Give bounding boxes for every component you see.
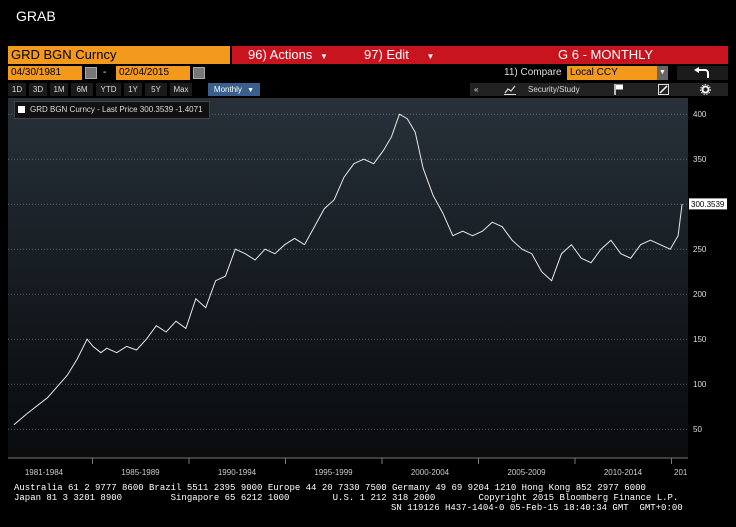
x-tick-label: 1995-1999 [314, 468, 353, 477]
chart-legend[interactable]: GRD BGN Curncy - Last Price 300.3539 -1.… [14, 101, 210, 119]
calendar-icon[interactable] [85, 67, 97, 79]
chart-icon[interactable] [504, 84, 516, 97]
y-tick-label: 350 [693, 155, 707, 164]
x-tick-label: 2005-2009 [507, 468, 546, 477]
legend-checkbox[interactable] [18, 106, 25, 113]
tab-1d[interactable]: 1D [8, 83, 26, 96]
tab-ytd[interactable]: YTD [96, 83, 121, 96]
actions-menu[interactable]: 96) Actions ▼ [248, 46, 328, 64]
footer-contacts-line2: Japan 81 3 3201 8900 Singapore 65 6212 1… [14, 493, 679, 503]
compare-label: 11) Compare [504, 67, 562, 78]
tab-3d[interactable]: 3D [29, 83, 47, 96]
y-tick-label: 150 [693, 335, 707, 344]
dropdown-arrow-icon[interactable]: ▼ [657, 66, 668, 80]
undo-arrow-icon [694, 67, 709, 78]
actions-label: 96) Actions [248, 47, 313, 62]
x-tick-label: 2010-2014 [604, 468, 643, 477]
footer-contacts-line1: Australia 61 2 9777 8600 Brazil 5511 239… [14, 483, 646, 493]
flag-icon[interactable] [614, 84, 624, 97]
x-tick-label: 1990-1994 [218, 468, 257, 477]
y-tick-label: 400 [693, 110, 707, 119]
y-tick-label: 250 [693, 245, 707, 254]
y-tick-label: 100 [693, 380, 707, 389]
tab-1y[interactable]: 1Y [124, 83, 142, 96]
dropdown-arrow-icon: ▼ [426, 52, 435, 61]
gear-icon[interactable] [700, 84, 711, 97]
compare-select[interactable]: Local CCY [567, 66, 659, 80]
plot-area [8, 98, 688, 458]
view-title: G 6 - MONTHLY [558, 47, 654, 62]
calendar-icon[interactable] [193, 67, 205, 79]
tab-1m[interactable]: 1M [50, 83, 68, 96]
y-tick-label: 200 [693, 290, 707, 299]
tab-5y[interactable]: 5Y [145, 83, 167, 96]
date-separator: - [103, 67, 107, 78]
edit-label: 97) Edit [364, 47, 409, 62]
last-price-tag: 300.3539 [689, 198, 727, 210]
x-tick-label: 1985-1989 [121, 468, 160, 477]
edit-menu[interactable]: 97) Edit ▼ [364, 46, 434, 64]
end-date-input[interactable]: 02/04/2015 [116, 66, 190, 80]
price-chart[interactable]: 50100150200250300350400 1981-19841985-19… [8, 98, 730, 484]
x-tick-label: 1981-1984 [25, 468, 64, 477]
x-tick-label: 201 [674, 468, 688, 477]
collapse-button[interactable]: « [474, 83, 478, 96]
dropdown-arrow-icon: ▼ [247, 87, 255, 94]
last-price-label: 300.3539 [691, 200, 725, 209]
legend-text: GRD BGN Curncy - Last Price 300.3539 -1.… [30, 105, 203, 114]
tab-6m[interactable]: 6M [71, 83, 93, 96]
window-title: GRAB [16, 8, 56, 24]
y-tick-label: 50 [693, 425, 702, 434]
start-date-input[interactable]: 04/30/1981 [8, 66, 82, 80]
dropdown-arrow-icon: ▼ [319, 52, 328, 61]
security-field[interactable]: GRD BGN Curncy [8, 46, 230, 64]
security-study-button[interactable]: Security/Study [528, 83, 580, 96]
chart-toolbar: « Security/Study [470, 83, 728, 96]
footer-session-info: SN 119126 H437-1404-0 05-Feb-15 18:40:34… [391, 503, 683, 513]
tab-monthly[interactable]: Monthly ▼ [208, 83, 260, 96]
back-button[interactable] [677, 66, 728, 80]
tab-monthly-label: Monthly [213, 85, 242, 94]
tab-max[interactable]: Max [170, 83, 192, 96]
annotate-icon[interactable] [658, 84, 669, 97]
x-tick-label: 2000-2004 [411, 468, 450, 477]
